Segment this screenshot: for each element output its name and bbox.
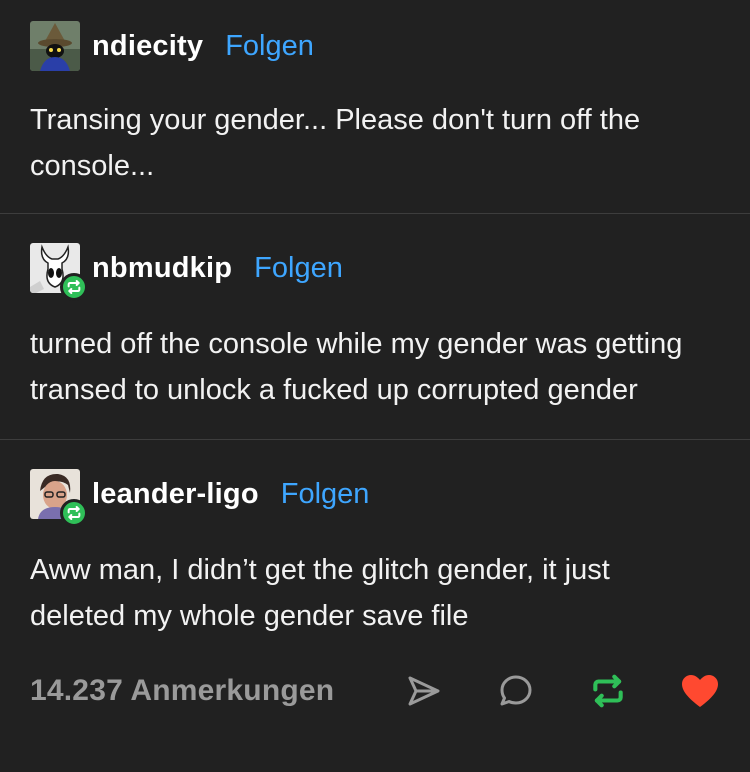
post-thread: ndiecity Folgen Transing your gender... … <box>0 0 750 721</box>
post-text: Transing your gender... Please don't tur… <box>30 104 641 182</box>
post-block-2: nbmudkip Folgen turned off the console w… <box>0 214 750 413</box>
post-text: turned off the console while my gender w… <box>30 328 683 406</box>
post-block-1: ndiecity Folgen Transing your gender... … <box>0 0 750 189</box>
post-footer: 14.237 Anmerkungen <box>0 661 750 721</box>
username[interactable]: ndiecity <box>92 30 203 63</box>
post-header: ndiecity Folgen <box>30 21 720 71</box>
post-block-3: leander-ligo Folgen Aww man, I didn’t ge… <box>0 440 750 639</box>
post-actions <box>404 671 720 711</box>
avatar[interactable] <box>30 469 88 527</box>
username[interactable]: nbmudkip <box>92 252 232 285</box>
reblog-badge-icon <box>60 499 88 527</box>
share-icon[interactable] <box>404 671 444 711</box>
avatar-black-mage-icon <box>30 21 80 71</box>
follow-button[interactable]: Folgen <box>254 252 343 285</box>
like-heart-icon[interactable] <box>680 671 720 711</box>
avatar[interactable] <box>30 243 88 301</box>
post-header: nbmudkip Folgen <box>30 243 720 301</box>
reblog-icon[interactable] <box>588 671 628 711</box>
reblog-badge-icon <box>60 273 88 301</box>
post-header: leander-ligo Folgen <box>30 469 720 527</box>
comment-icon[interactable] <box>496 671 536 711</box>
follow-button[interactable]: Folgen <box>225 30 314 63</box>
notes-count[interactable]: 14.237 Anmerkungen <box>30 674 334 708</box>
follow-button[interactable]: Folgen <box>281 478 370 511</box>
avatar[interactable] <box>30 21 80 71</box>
post-text: Aww man, I didn’t get the glitch gender,… <box>30 554 610 632</box>
username[interactable]: leander-ligo <box>92 478 259 511</box>
